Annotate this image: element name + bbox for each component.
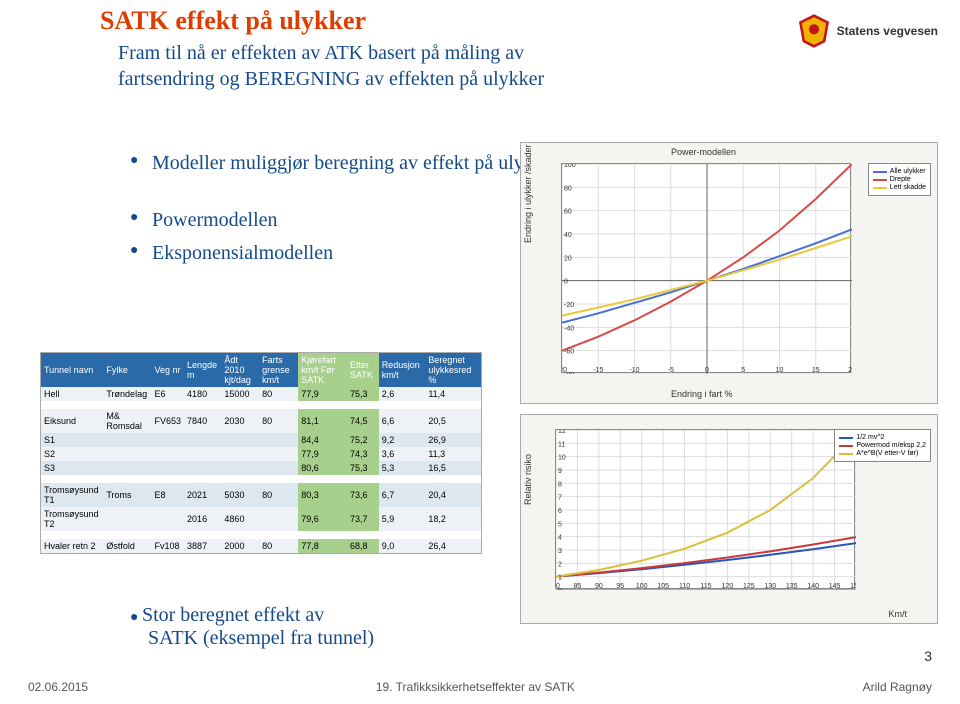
bullet-1: Modeller muliggjør beregning av effekt p… <box>130 150 559 177</box>
svg-text:8: 8 <box>558 481 562 488</box>
svg-text:150: 150 <box>850 583 856 590</box>
table-row <box>41 531 481 539</box>
svg-text:130: 130 <box>764 583 776 590</box>
svg-text:6: 6 <box>558 508 562 515</box>
table-row: S184,475,29,226,9 <box>41 433 481 447</box>
bullet-list: Modeller muliggjør beregning av effekt p… <box>130 150 559 273</box>
footer-author: Arild Ragnøy <box>863 680 932 694</box>
table-row: Tromsøysund T1TromsE8202150308080,373,66… <box>41 483 481 507</box>
chart2-xlabel: Km/t <box>888 609 907 619</box>
svg-text:105: 105 <box>657 583 669 590</box>
corner-decoration <box>0 0 110 110</box>
table-row <box>41 475 481 483</box>
svg-text:95: 95 <box>616 583 624 590</box>
svg-text:40: 40 <box>564 232 572 239</box>
chart-power-model: Power-modellen -20 -15 -10 -5 0 5 10 15 20 -80 -60… <box>520 142 938 404</box>
svg-text:-40: -40 <box>564 325 574 332</box>
svg-text:10: 10 <box>776 367 784 374</box>
footer: 02.06.2015 19. Trafikksikkerhetseffekter… <box>0 680 960 694</box>
footer-title: 19. Trafikksikkerhetseffekter av SATK <box>376 680 575 694</box>
chart1-xlabel: Endring i fart % <box>671 389 733 399</box>
svg-text:100: 100 <box>564 164 576 169</box>
svg-text:120: 120 <box>722 583 734 590</box>
svg-text:140: 140 <box>807 583 819 590</box>
chart2-plot: 8085909510010511011512012513013514014515… <box>555 429 855 589</box>
svg-text:85: 85 <box>574 583 582 590</box>
svg-text:3: 3 <box>558 548 562 555</box>
svg-text:12: 12 <box>558 430 566 435</box>
chart1-ylabel: Endring i ulykker /skader % <box>523 142 533 243</box>
svg-text:100: 100 <box>636 583 648 590</box>
chart2-ylabel: Relativ risiko <box>523 454 533 505</box>
svg-text:0: 0 <box>564 279 568 286</box>
svg-text:-20: -20 <box>564 302 574 309</box>
svg-text:115: 115 <box>700 583 711 590</box>
svg-text:9: 9 <box>558 468 562 475</box>
svg-text:-5: -5 <box>668 367 674 374</box>
logo-text: Statens vegvesen <box>837 24 938 38</box>
svg-text:145: 145 <box>829 583 841 590</box>
svg-text:20: 20 <box>564 255 572 262</box>
chart1-plot: -20-15-10-505101520-80-60-40-20020406080… <box>561 163 851 373</box>
svg-text:20: 20 <box>848 367 852 374</box>
svg-text:4: 4 <box>558 535 562 542</box>
svg-text:11: 11 <box>558 441 565 448</box>
table-row: HellTrøndelagE64180150008077,975,32,611,… <box>41 387 481 401</box>
table-row <box>41 401 481 409</box>
svg-text:1: 1 <box>558 575 562 582</box>
svg-text:5: 5 <box>558 521 562 528</box>
chart1-title: Power-modellen <box>671 147 736 157</box>
bottom-bullet: Stor beregnet effekt av SATK (eksempel f… <box>130 604 374 650</box>
page-title: SATK effekt på ulykker <box>100 6 366 36</box>
svg-text:-60: -60 <box>564 349 574 356</box>
svg-text:0: 0 <box>705 367 709 374</box>
svg-text:-80: -80 <box>564 372 574 374</box>
svg-text:90: 90 <box>595 583 603 590</box>
bullet-2: Powermodellen <box>130 207 559 234</box>
svg-text:-10: -10 <box>629 367 639 374</box>
table-row: Hvaler retn 2ØstfoldFv108388720008077,86… <box>41 539 481 553</box>
shield-icon <box>797 14 831 48</box>
brand-logo: Statens vegvesen <box>797 14 938 48</box>
bullet-3: Eksponensialmodellen <box>130 240 559 267</box>
svg-text:5: 5 <box>741 367 745 374</box>
intro-text: Fram til nå er effekten av ATK basert på… <box>118 40 598 92</box>
page-number: 3 <box>924 648 932 664</box>
svg-text:60: 60 <box>564 209 572 216</box>
svg-text:7: 7 <box>558 495 562 502</box>
chart1-legend: Alle ulykker Drepte Lett skadde <box>868 163 931 196</box>
svg-text:10: 10 <box>558 455 566 462</box>
footer-date: 02.06.2015 <box>28 680 88 694</box>
chart-risk-model: 8085909510010511011512012513013514014515… <box>520 414 938 624</box>
svg-text:135: 135 <box>786 583 798 590</box>
chart2-legend: 1/2 mv^2 Powermod m/eksp 2,2 A*e^B(V ett… <box>834 429 931 462</box>
table-row: Tromsøysund T22016486079,673,75,918,2 <box>41 507 481 531</box>
svg-text:15: 15 <box>812 367 820 374</box>
data-table: Tunnel navn Fylke Veg nr Lengde m Ådt 20… <box>40 352 482 554</box>
table-row: S277,974,33,611,3 <box>41 447 481 461</box>
svg-text:-15: -15 <box>593 367 603 374</box>
table-row: EiksundM& RomsdalFV653784020308081,174,5… <box>41 409 481 433</box>
svg-text:0: 0 <box>558 588 562 590</box>
table-row: S380,675,35,316,5 <box>41 461 481 475</box>
svg-text:110: 110 <box>679 583 690 590</box>
svg-text:2: 2 <box>558 561 562 568</box>
svg-text:80: 80 <box>564 185 572 192</box>
svg-text:125: 125 <box>743 583 755 590</box>
